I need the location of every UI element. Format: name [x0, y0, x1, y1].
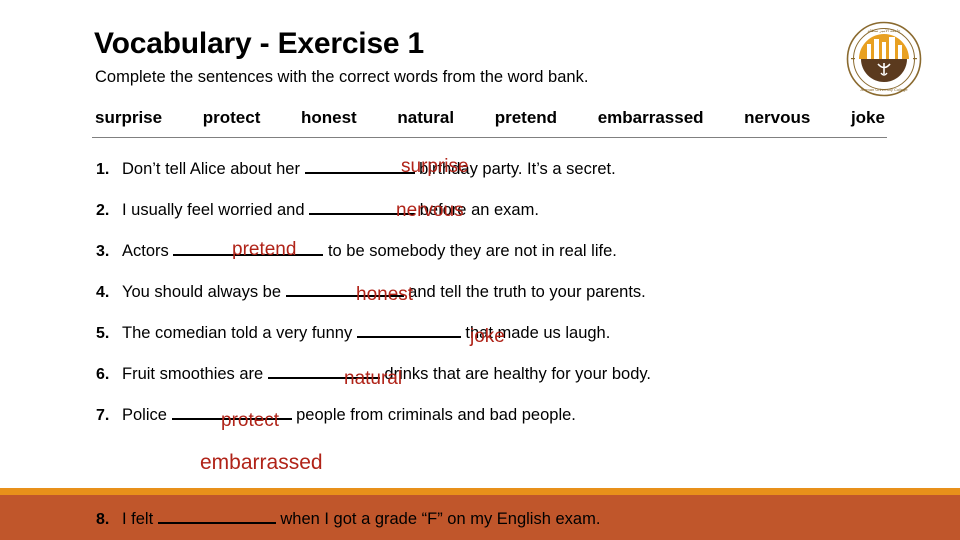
answer-blank[interactable]	[157, 505, 276, 524]
question-number: 7.	[96, 407, 110, 424]
question-row: 3. Actors to be somebody they are not in …	[96, 237, 936, 278]
word-bank-item: embarrassed	[597, 108, 704, 127]
question-text-before: Don’t tell Alice about her	[122, 160, 305, 178]
floating-answer-nervous[interactable]: nervous	[396, 200, 464, 222]
question-text-after: when I got a grade “F” on my English exa…	[275, 510, 601, 528]
question-row: 5. The comedian told a very funny that ma…	[96, 319, 936, 360]
question-row: 1. Don’t tell Alice about her birthday pa…	[96, 155, 936, 196]
university-seal-logo: جامعة الأمير سطام Amman University Colle…	[845, 20, 923, 98]
question-text-after: people from criminals and bad people.	[291, 406, 576, 424]
question-list: 1. Don’t tell Alice about her birthday pa…	[96, 155, 936, 442]
question-text-before: I usually feel worried and	[122, 201, 310, 219]
question-row: 4. You should always be and tell the trut…	[96, 278, 936, 319]
word-bank-item: pretend	[494, 108, 558, 127]
seal-latin-text: Amman University College	[860, 87, 908, 92]
page-subtitle: Complete the sentences with the correct …	[95, 68, 589, 86]
answer-overlay-6[interactable]: protect	[221, 411, 279, 430]
answer-blank[interactable]	[304, 155, 415, 174]
answer-overlay-3[interactable]: honest	[356, 285, 413, 304]
seal-icon: جامعة الأمير سطام Amman University Colle…	[846, 21, 922, 97]
question-text-before: The comedian told a very funny	[122, 324, 357, 342]
question-row: 6. Fruit smoothies are drinks that are he…	[96, 360, 936, 401]
page-title: Vocabulary - Exercise 1	[94, 27, 425, 60]
question-number: 3.	[96, 243, 110, 260]
question-number: 6.	[96, 366, 110, 383]
question-number: 8.	[96, 511, 110, 528]
question-text-before: You should always be	[122, 283, 286, 301]
question-number: 2.	[96, 202, 110, 219]
seal-arabic-text: جامعة الأمير سطام	[868, 27, 901, 33]
answer-overlay-5[interactable]: natural	[344, 369, 402, 388]
question-text-before: Police	[122, 406, 172, 424]
answer-overlay-1[interactable]: surprise	[401, 157, 469, 176]
question-text-before: Actors	[122, 242, 174, 260]
word-bank-item: surprise	[95, 108, 163, 127]
word-bank-item: nervous	[744, 108, 811, 127]
question-text-before: Fruit smoothies are	[122, 365, 268, 383]
question-row: 2. I usually feel worried and before an e…	[96, 196, 936, 237]
word-bank-divider	[92, 137, 887, 138]
word-bank-item: natural	[397, 108, 455, 127]
answer-overlay-7[interactable]: embarrassed	[200, 452, 323, 473]
question-text-after: to be somebody they are not in real life…	[323, 242, 617, 260]
answer-overlay-2[interactable]: pretend	[232, 240, 296, 259]
word-bank-item: honest	[301, 108, 357, 127]
accent-band-light	[0, 488, 960, 495]
word-bank: surprise protect honest natural pretend …	[95, 108, 885, 128]
question-number: 1.	[96, 161, 110, 178]
question-number: 4.	[96, 284, 110, 301]
answer-overlay-4[interactable]: joke	[470, 327, 505, 346]
question-number: 5.	[96, 325, 110, 342]
question-row: 8. I felt when I got a grade “F” on my En…	[96, 505, 600, 529]
word-bank-item: protect	[202, 108, 261, 127]
slide-canvas: Vocabulary - Exercise 1 Complete the sen…	[0, 0, 960, 540]
word-bank-item: joke	[850, 108, 885, 127]
question-text-after: drinks that are healthy for your body.	[379, 365, 651, 383]
question-text-after: and tell the truth to your parents.	[403, 283, 646, 301]
answer-blank[interactable]	[356, 319, 461, 338]
question-text-before: I felt	[122, 510, 158, 528]
